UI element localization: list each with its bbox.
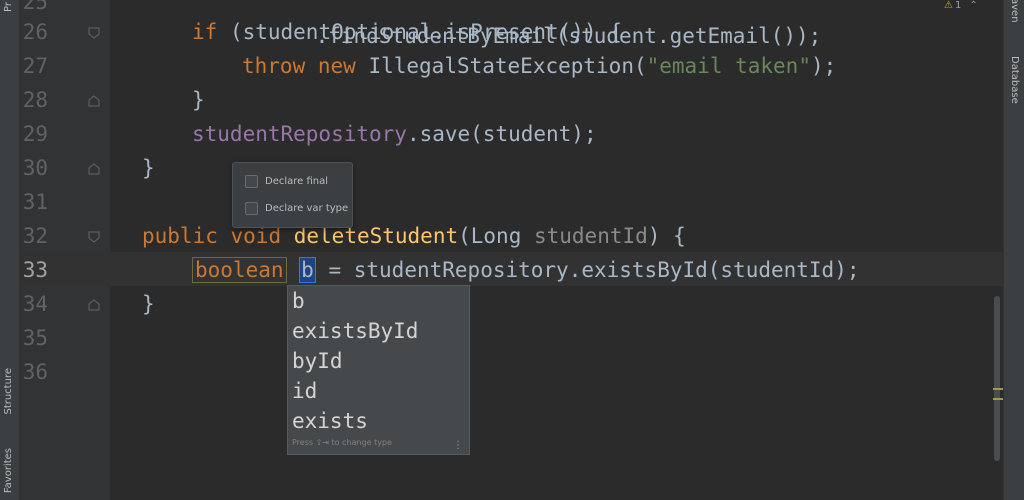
keyword-throw: throw [242,54,306,78]
condition: (studentOptional.isPresent()) { [217,20,622,44]
exception-class: IllegalStateException( [355,54,647,78]
param-name: studentId [533,224,648,248]
left-tool-strip: Pr Structure Favorites [0,0,20,500]
suggestion-item[interactable]: byId [292,346,343,376]
keyword-new: new [317,54,356,78]
declare-final-option[interactable]: Declare final [245,173,328,189]
vertical-scrollbar[interactable] [994,296,1000,461]
type-boolean[interactable]: boolean [192,257,287,283]
statement-end: ); [810,54,837,78]
line-number-35: 35 [22,326,48,350]
declare-var-option[interactable]: Declare var type [245,200,348,216]
assignment: = studentRepository.existsById(studentId… [315,258,860,282]
param-type: (Long [458,224,534,248]
save-call: .save(student); [406,122,597,146]
code-line-32: public void deleteStudent(Long studentId… [142,219,686,253]
method-open: ) { [647,224,686,248]
code-line-28: } [192,88,205,112]
code-line-27: throw new IllegalStateException("email t… [242,49,836,83]
warning-count: 1 [954,0,962,11]
more-options-icon[interactable]: ⋮ [453,440,463,451]
right-tool-strip: aven Database [1003,0,1024,500]
line-number-33: 33 [22,258,48,282]
field-student-repository: studentRepository [192,122,407,146]
line-number-26: 26 [22,20,48,44]
declare-options-popup: Declare final Declare var type [232,162,353,228]
keyword-public: public [142,224,218,248]
warning-icon: ⚠ [944,0,953,11]
fold-open-icon[interactable] [88,27,100,39]
structure-tool-tab[interactable]: Structure [3,368,14,415]
line-number-27: 27 [22,54,48,78]
code-line-26: if (studentOptional.isPresent()) { [192,15,622,49]
declare-final-label: Declare final [265,175,329,187]
suggestion-item[interactable]: exists [292,406,368,436]
suggestion-item[interactable]: existsById [292,316,418,346]
line-number-28: 28 [22,88,48,112]
inspection-widget[interactable]: ⚠ 1 ⌃ [944,0,978,12]
code-line-30: } [142,156,155,180]
code-editor[interactable]: .findStudentByEmail(student.getEmail());… [110,0,1004,500]
line-number-30: 30 [22,156,48,180]
line-number-29: 29 [22,122,48,146]
string-literal: "email taken" [646,54,811,78]
maven-tool-tab[interactable]: aven [1009,0,1020,23]
code-line-29: studentRepository.save(student); [192,117,597,151]
fold-close-icon[interactable] [88,299,100,311]
code-line-33: boolean b = studentRepository.existsById… [192,253,859,287]
line-number-31: 31 [22,190,48,214]
project-tool-tab[interactable]: Pr [3,2,14,12]
name-suggestion-popup: b existsById byId id exists Press ⇧⇥ to … [287,285,470,455]
keyword-if: if [192,20,218,44]
declare-final-checkbox[interactable] [245,174,258,188]
fold-open-icon[interactable] [88,231,100,243]
line-number-36: 36 [22,360,48,384]
suggestion-item[interactable]: id [292,376,317,406]
code-line-34: } [142,292,155,316]
declare-var-checkbox[interactable] [245,201,258,215]
fold-close-icon[interactable] [88,95,100,107]
line-number-32: 32 [22,224,48,248]
fold-close-icon[interactable] [88,163,100,175]
declare-var-label: Declare var type [265,202,349,214]
popup-hint: Press ⇧⇥ to change type [292,438,392,447]
suggestion-item[interactable]: b [292,286,305,316]
database-tool-tab[interactable]: Database [1009,56,1020,104]
favorites-tool-tab[interactable]: Favorites [3,448,14,493]
variable-name-edit[interactable]: b [299,257,316,283]
chevron-up-icon[interactable]: ⌃ [969,0,977,11]
line-number-34: 34 [22,292,48,316]
